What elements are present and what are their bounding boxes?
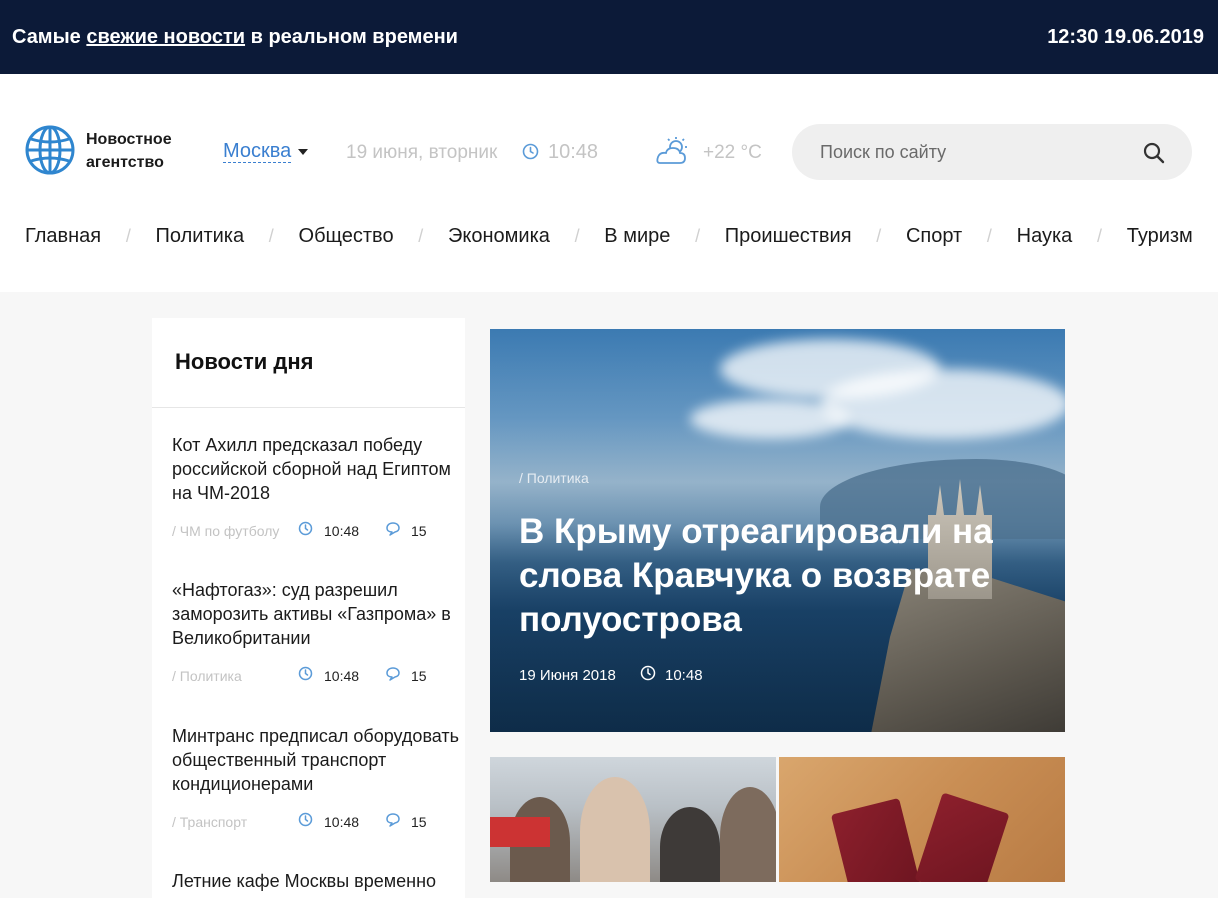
list-item: «Нафтогаз»: суд разрешил заморозить акти…	[172, 578, 465, 686]
news-meta: / Политика 10:48 15	[172, 666, 465, 686]
list-item: Кот Ахилл предсказал победу российской с…	[172, 433, 465, 541]
logo-text[interactable]: Новостное агентство	[86, 128, 172, 174]
nav-item-world[interactable]: В мире	[604, 225, 670, 248]
news-meta: / ЧМ по футболу 10:48 15	[172, 521, 465, 541]
comment-count: 15	[411, 523, 427, 539]
current-datetime: 12:30 19.06.2019	[1047, 26, 1204, 48]
news-meta: / Транспорт 10:48 15	[172, 812, 465, 832]
news-of-the-day: Новости дня Кот Ахилл предсказал победу …	[152, 318, 465, 898]
logo-line-2: агентство	[86, 154, 164, 171]
comment-icon	[386, 813, 400, 827]
nav-item-politics[interactable]: Политика	[156, 225, 245, 248]
nav-item-home[interactable]: Главная	[25, 225, 101, 248]
search-input[interactable]	[820, 138, 1120, 166]
main-nav: Главная / Политика / Общество / Экономик…	[25, 224, 1193, 248]
current-date: 19 июня, вторник	[346, 142, 498, 163]
nav-item-incidents[interactable]: Проишествия	[725, 225, 852, 248]
nav-separator: /	[574, 225, 580, 246]
clock-icon	[298, 521, 313, 536]
site-header: Новостное агентство Москва 19 июня, втор…	[0, 74, 1218, 292]
tagline-post: в реальном времени	[245, 26, 458, 48]
person-shape	[660, 807, 720, 882]
news-category[interactable]: / Транспорт	[172, 814, 247, 830]
nav-item-society[interactable]: Общество	[299, 225, 394, 248]
nav-separator: /	[986, 225, 992, 246]
story-card-protest[interactable]	[490, 757, 776, 882]
clock-icon	[640, 665, 656, 681]
news-category[interactable]: / Политика	[172, 668, 242, 684]
list-item: Летние кафе Москвы временно	[172, 869, 465, 893]
caret-down-icon[interactable]	[298, 149, 308, 155]
news-title-link[interactable]: «Нафтогаз»: суд разрешил заморозить акти…	[172, 578, 465, 650]
person-shape	[580, 777, 650, 882]
story-title[interactable]: В Крыму отреагировали на слова Кравчука …	[519, 510, 1039, 642]
search-box	[792, 124, 1192, 180]
logo-line-1: Новостное	[86, 131, 172, 148]
news-time: 10:48	[324, 523, 360, 539]
partly-cloudy-icon	[656, 137, 687, 164]
nav-separator: /	[876, 225, 882, 246]
featured-story[interactable]: / Политика В Крыму отреагировали на слов…	[490, 329, 1065, 732]
story-category[interactable]: / Политика	[519, 470, 589, 486]
story-date: 19 Июня 2018	[519, 667, 616, 684]
comment-icon	[386, 667, 400, 681]
person-shape	[720, 787, 776, 882]
nav-item-economy[interactable]: Экономика	[448, 225, 550, 248]
news-category[interactable]: / ЧМ по футболу	[172, 523, 279, 539]
comment-icon	[386, 522, 400, 536]
news-title-link[interactable]: Кот Ахилл предсказал победу российской с…	[172, 433, 465, 505]
nav-separator: /	[125, 225, 131, 246]
comment-count: 15	[411, 668, 427, 684]
top-bar: Самые свежие новости в реальном времени …	[0, 0, 1218, 74]
tagline-pre: Самые	[12, 26, 87, 48]
sidebar-title: Новости дня	[175, 349, 314, 374]
temperature: +22 °C	[703, 142, 762, 163]
comment-count: 15	[411, 814, 427, 830]
nav-separator: /	[1097, 225, 1103, 246]
globe-logo-icon[interactable]	[24, 124, 76, 176]
nav-item-tourism[interactable]: Туризм	[1127, 225, 1193, 248]
passport-shape	[830, 797, 922, 882]
nav-item-sport[interactable]: Спорт	[906, 225, 962, 248]
clock-icon	[298, 812, 313, 827]
clock-icon	[298, 666, 313, 681]
tagline: Самые свежие новости в реальном времени	[12, 26, 458, 49]
cloud-shape	[690, 399, 850, 439]
cloud-shape	[820, 369, 1065, 439]
news-time: 10:48	[324, 814, 360, 830]
passport-shape	[914, 792, 1010, 882]
news-title-link[interactable]: Минтранс предписал оборудовать обществен…	[172, 724, 465, 796]
story-time: 10:48	[665, 667, 703, 684]
nav-separator: /	[268, 225, 274, 246]
current-time: 10:48	[548, 141, 599, 163]
news-time: 10:48	[324, 668, 360, 684]
nav-item-science[interactable]: Наука	[1017, 225, 1073, 248]
nav-separator: /	[418, 225, 424, 246]
fresh-news-link[interactable]: свежие новости	[86, 26, 245, 48]
divider	[152, 407, 465, 408]
search-icon[interactable]	[1142, 141, 1166, 165]
clock-icon	[522, 143, 539, 160]
nav-separator: /	[695, 225, 701, 246]
news-title-link[interactable]: Летние кафе Москвы временно	[172, 869, 465, 893]
story-card-passports[interactable]	[779, 757, 1065, 882]
list-item: Минтранс предписал оборудовать обществен…	[172, 724, 465, 832]
flag-shape	[490, 817, 550, 847]
city-selector[interactable]: Москва	[223, 140, 292, 163]
